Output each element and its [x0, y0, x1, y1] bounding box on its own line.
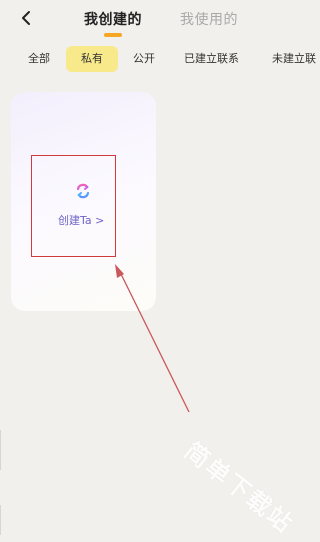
top-bar: 我创建的 我使用的 [0, 0, 318, 38]
filter-linked[interactable]: 已建立联系 [184, 46, 239, 72]
tab-created[interactable]: 我创建的 [84, 9, 142, 29]
filter-bar: 全部 私有 公开 已建立联系 未建立联 [0, 46, 318, 72]
highlight-box [31, 155, 116, 257]
tab-used[interactable]: 我使用的 [180, 9, 238, 29]
filter-all[interactable]: 全部 [28, 46, 50, 72]
swap-refresh-icon[interactable] [74, 182, 92, 200]
active-tab-indicator [104, 33, 122, 37]
chevron-left-icon [22, 11, 30, 25]
filter-public[interactable]: 公开 [133, 46, 155, 72]
filter-unlinked[interactable]: 未建立联 [272, 46, 316, 72]
back-button[interactable] [12, 6, 40, 30]
edge-mark [0, 430, 1, 470]
edge-mark [0, 505, 1, 535]
create-ta-link[interactable]: 创建Ta > [58, 212, 104, 228]
filter-private[interactable]: 私有 [66, 46, 118, 72]
watermark: 简单下载站 [179, 436, 299, 539]
